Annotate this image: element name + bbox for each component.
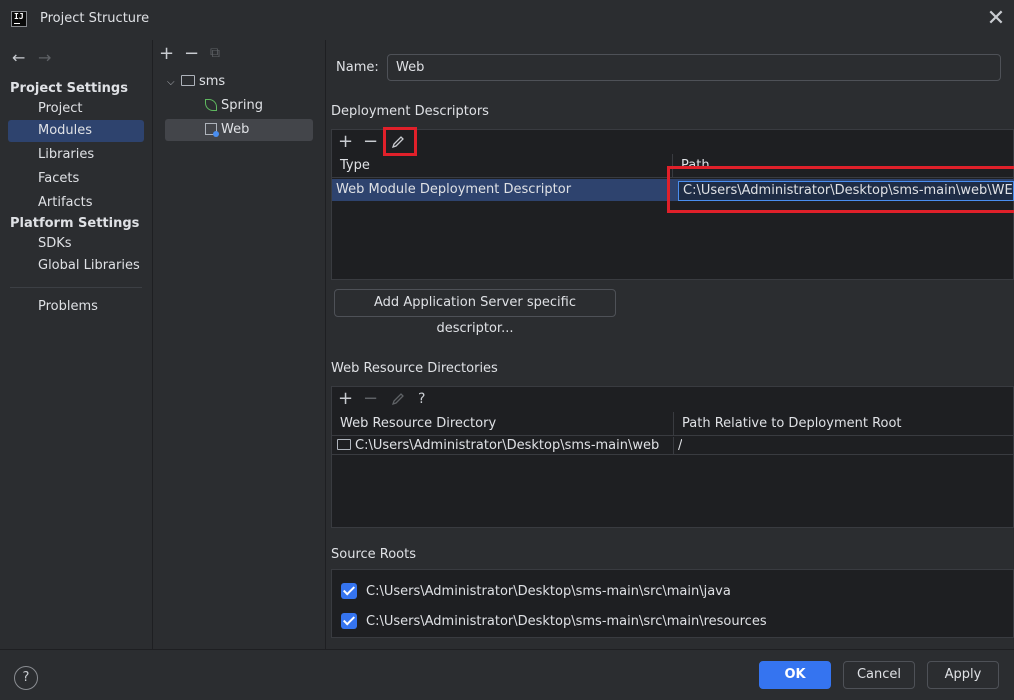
highlight-edit-icon-box [383, 127, 417, 156]
source-root-resources-label: C:\Users\Administrator\Desktop\sms-main\… [366, 614, 767, 629]
sidebar-item-sdks[interactable]: SDKs [8, 233, 144, 255]
source-root-java-label: C:\Users\Administrator\Desktop\sms-main\… [366, 584, 731, 599]
descriptor-type-cell: Web Module Deployment Descriptor [336, 182, 572, 197]
dialog-footer: ? OK Cancel Apply [0, 649, 1014, 700]
help-button[interactable]: ? [14, 666, 38, 690]
settings-sidebar: ← → Project Settings Project Modules Lib… [0, 40, 152, 649]
tree-node-label: Web [221, 122, 250, 137]
web-resource-table-header: Web Resource Directory Path Relative to … [332, 412, 1014, 436]
web-module-icon [205, 123, 219, 137]
web-resource-dir-cell: C:\Users\Administrator\Desktop\sms-main\… [332, 437, 673, 455]
source-root-checkbox[interactable] [341, 583, 357, 599]
add-descriptor-icon[interactable]: + [338, 130, 353, 154]
close-icon: ✕ [986, 6, 1006, 31]
highlight-path-box [667, 166, 1014, 213]
sidebar-item-problems[interactable]: Problems [8, 296, 144, 318]
tree-node-web[interactable]: Web [165, 119, 313, 141]
sidebar-item-artifacts[interactable]: Artifacts [8, 192, 144, 214]
column-header-type[interactable]: Type [332, 154, 370, 178]
app-icon-text: IJ [14, 12, 24, 21]
forward-arrow-icon[interactable]: → [38, 48, 51, 67]
sidebar-item-facets[interactable]: Facets [8, 168, 144, 190]
close-button[interactable]: ✕ [984, 8, 1008, 32]
project-settings-heading: Project Settings [10, 81, 128, 96]
add-server-descriptor-button[interactable]: Add Application Server specific descript… [334, 289, 616, 336]
sidebar-item-project[interactable]: Project [8, 98, 144, 120]
apply-button[interactable]: Apply [927, 661, 999, 689]
help-question-icon[interactable]: ? [418, 387, 425, 411]
tree-node-label: Spring [221, 98, 263, 113]
source-roots-heading: Source Roots [331, 547, 417, 562]
column-header-path-relative[interactable]: Path Relative to Deployment Root [674, 412, 902, 436]
name-input[interactable]: Web [387, 54, 1001, 81]
web-resource-directories-table: + − ? Web Resource Directory Path Relati… [331, 386, 1014, 528]
back-arrow-icon[interactable]: ← [12, 48, 25, 67]
remove-descriptor-icon[interactable]: − [363, 130, 378, 154]
remove-web-resource-icon[interactable]: − [363, 387, 378, 411]
copy-module-icon[interactable]: ⧉ [210, 45, 220, 61]
sidebar-divider [10, 287, 142, 288]
module-folder-icon [181, 75, 195, 86]
web-resource-dir-text: C:\Users\Administrator\Desktop\sms-main\… [355, 438, 660, 453]
edit-pencil-icon[interactable] [391, 392, 405, 406]
name-label: Name: [336, 60, 379, 75]
source-root-checkbox[interactable] [341, 613, 357, 629]
sidebar-item-libraries[interactable]: Libraries [8, 144, 144, 166]
tree-node-sms[interactable]: ⌵ sms [167, 71, 225, 93]
deployment-descriptors-heading: Deployment Descriptors [331, 104, 489, 119]
window-title: Project Structure [40, 11, 150, 26]
add-module-icon[interactable]: + [159, 43, 174, 64]
ok-button[interactable]: OK [759, 661, 831, 689]
add-web-resource-icon[interactable]: + [338, 387, 353, 411]
sidebar-item-modules[interactable]: Modules [8, 120, 144, 142]
web-resource-directories-heading: Web Resource Directories [331, 361, 498, 376]
table-row[interactable]: C:\Users\Administrator\Desktop\sms-main\… [332, 437, 1014, 455]
title-bar: IJ Project Structure ✕ [0, 0, 1014, 40]
tree-node-label: sms [199, 74, 226, 89]
web-resource-rel-cell: / [678, 438, 683, 453]
tree-node-spring[interactable]: Spring [205, 95, 263, 117]
platform-settings-heading: Platform Settings [10, 216, 140, 231]
facet-settings-panel: Name: Web Deployment Descriptors + − Typ… [326, 40, 1014, 649]
remove-module-icon[interactable]: − [184, 43, 199, 64]
column-header-web-resource-directory[interactable]: Web Resource Directory [332, 412, 496, 436]
module-tree-panel: + − ⧉ ⌵ sms Spring Web [153, 40, 325, 649]
sidebar-item-global-libraries[interactable]: Global Libraries [8, 255, 144, 277]
folder-icon [337, 439, 351, 450]
chevron-down-icon[interactable]: ⌵ [167, 72, 181, 94]
spring-leaf-icon [205, 99, 217, 111]
source-roots-list: C:\Users\Administrator\Desktop\sms-main\… [331, 569, 1014, 638]
intellij-app-icon: IJ [11, 11, 27, 27]
cancel-button[interactable]: Cancel [843, 661, 915, 689]
